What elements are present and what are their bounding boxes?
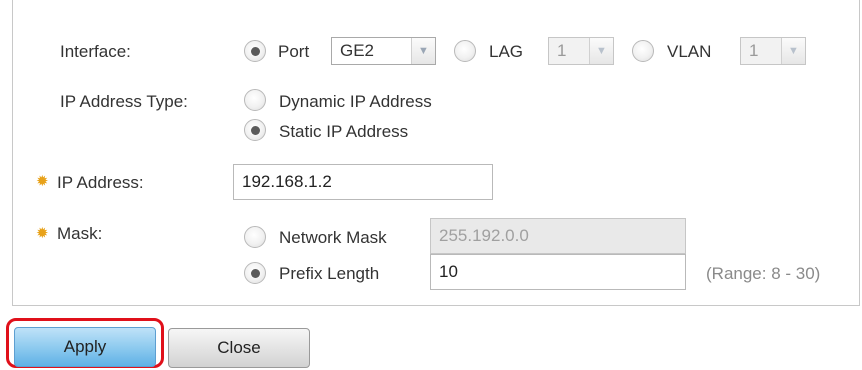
chevron-down-icon: ▼ xyxy=(411,38,435,64)
required-asterisk-icon: ✹ xyxy=(36,173,49,190)
static-ip-radio[interactable] xyxy=(244,119,266,141)
lag-radio[interactable] xyxy=(454,40,476,62)
ip-address-input[interactable]: 192.168.1.2 xyxy=(233,164,493,200)
port-radio[interactable] xyxy=(244,40,266,62)
chevron-down-icon: ▼ xyxy=(781,38,805,64)
network-mask-input[interactable]: 255.192.0.0 xyxy=(430,218,686,254)
lag-label: LAG xyxy=(489,42,524,61)
static-ip-label: Static IP Address xyxy=(279,122,409,141)
dynamic-ip-radio[interactable] xyxy=(244,89,266,111)
port-select-value: GE2 xyxy=(340,41,375,60)
network-mask-value: 255.192.0.0 xyxy=(439,226,529,245)
ip-address-label: IP Address: xyxy=(57,173,144,192)
prefix-length-input[interactable]: 10 xyxy=(430,254,686,290)
vlan-select[interactable]: 1 ▼ xyxy=(740,37,806,65)
mask-label: Mask: xyxy=(57,224,103,243)
prefix-length-label: Prefix Length xyxy=(279,264,380,283)
port-select[interactable]: GE2 ▼ xyxy=(331,37,436,65)
network-mask-radio[interactable] xyxy=(244,226,266,248)
prefix-length-radio[interactable] xyxy=(244,262,266,284)
network-mask-label: Network Mask xyxy=(279,228,387,247)
vlan-radio[interactable] xyxy=(632,40,654,62)
chevron-down-icon: ▼ xyxy=(589,38,613,64)
lag-select[interactable]: 1 ▼ xyxy=(548,37,614,65)
close-button[interactable]: Close xyxy=(168,328,310,368)
port-label: Port xyxy=(278,42,310,61)
vlan-select-value: 1 xyxy=(749,41,759,60)
ip-address-value: 192.168.1.2 xyxy=(242,172,332,191)
lag-select-value: 1 xyxy=(557,41,567,60)
prefix-length-value: 10 xyxy=(439,262,458,281)
interface-label: Interface: xyxy=(60,42,131,61)
apply-button[interactable]: Apply xyxy=(14,327,156,367)
vlan-label: VLAN xyxy=(667,42,712,61)
required-asterisk-icon: ✹ xyxy=(36,225,49,242)
ip-address-type-label: IP Address Type: xyxy=(60,92,188,111)
dynamic-ip-label: Dynamic IP Address xyxy=(279,92,432,111)
prefix-length-range: (Range: 8 - 30) xyxy=(706,264,821,283)
